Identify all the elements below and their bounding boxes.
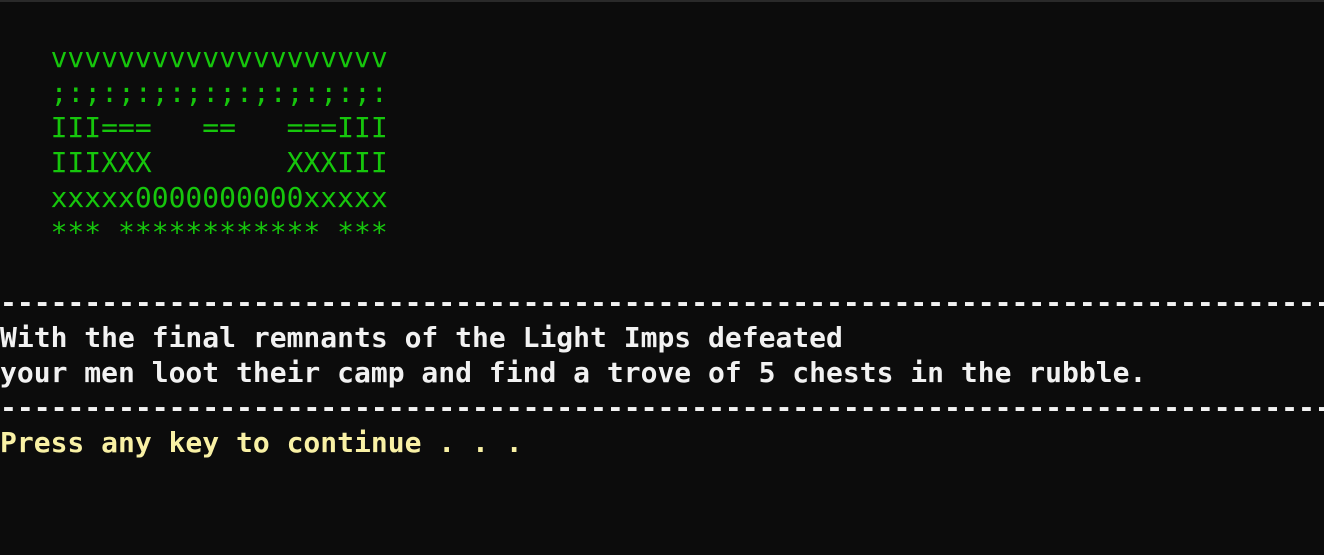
ascii-art-line: III=== == ===III [0,111,388,144]
ascii-art-line: ;:;:;:;:;:;:;:;:;:;: [0,76,388,109]
ascii-art-line: *** ************ *** [0,216,388,249]
continue-prompt: Press any key to continue . . . [0,426,523,459]
message-line: With the final remnants of the Light Imp… [0,321,843,354]
console-window[interactable]: vvvvvvvvvvvvvvvvvvvv ;:;:;:;:;:;:;:;:;:;… [0,0,1324,555]
ascii-art-line: vvvvvvvvvvvvvvvvvvvv [0,41,388,74]
divider-bottom: ----------------------------------------… [0,391,1324,424]
message-line: your men loot their camp and find a trov… [0,356,1147,389]
ascii-art-line: xxxxx0000000000xxxxx [0,181,388,214]
divider-top: ----------------------------------------… [0,286,1324,319]
ascii-art-line: IIIXXX XXXIII [0,146,388,179]
